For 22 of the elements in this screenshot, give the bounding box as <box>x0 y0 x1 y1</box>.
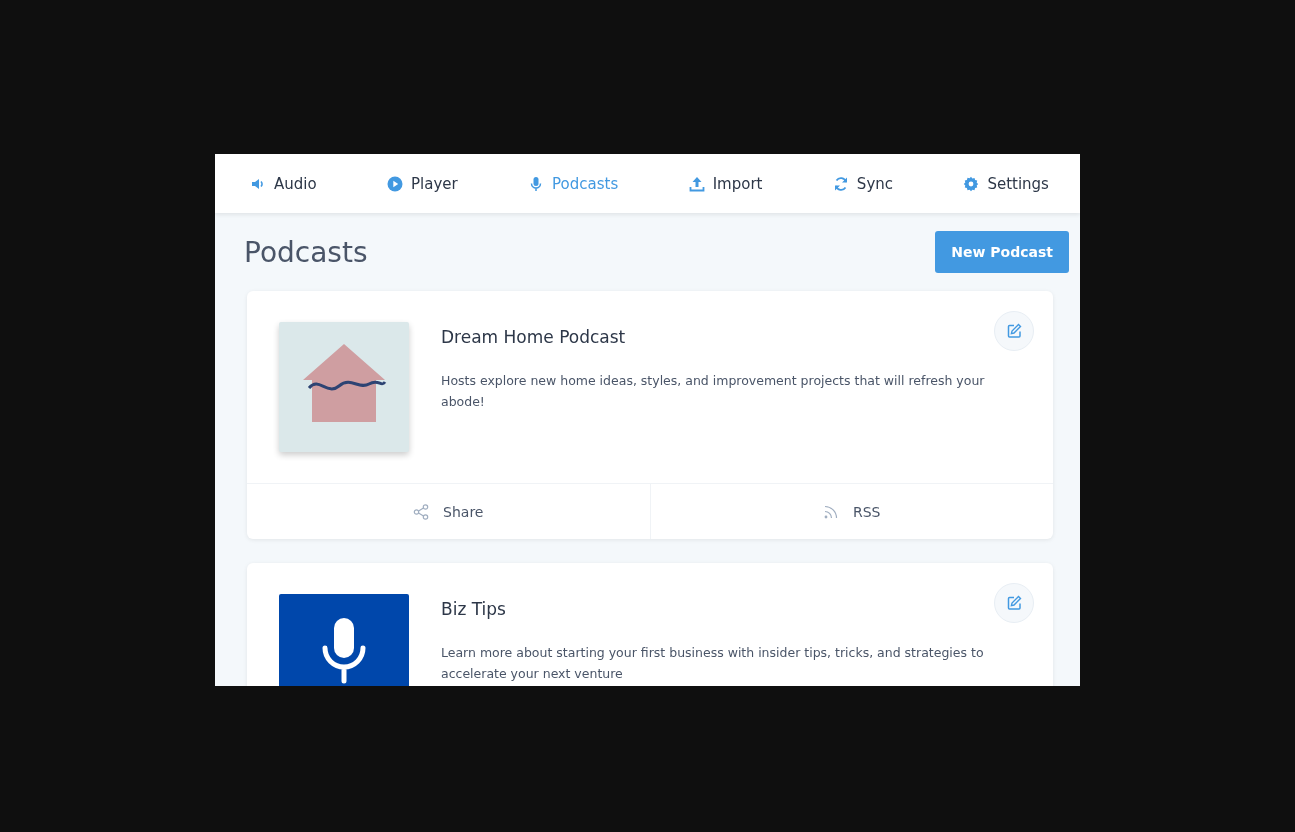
settings-icon <box>963 175 980 192</box>
nav-tab[interactable]: Audio <box>248 170 319 197</box>
share-icon <box>413 503 430 520</box>
edit-button[interactable] <box>994 583 1034 623</box>
edit-icon <box>1006 323 1022 339</box>
page-title: Podcasts <box>244 235 368 269</box>
nav-tab[interactable]: Player <box>385 170 460 197</box>
upload-icon <box>688 175 705 192</box>
rss-icon <box>823 503 839 520</box>
edit-icon <box>1006 595 1022 611</box>
podcast-title: Biz Tips <box>441 599 507 619</box>
nav-tab[interactable]: Import <box>686 170 765 197</box>
edit-button[interactable] <box>994 311 1034 351</box>
rss-button[interactable]: RSS <box>649 484 1053 539</box>
share-button[interactable]: Share <box>247 484 650 539</box>
sync-icon <box>832 175 849 192</box>
play-icon <box>387 175 404 192</box>
podcast-description: Hosts explore new home ideas, styles, and improvement projects that will refresh your abode! <box>441 372 986 411</box>
podcast-description: Learn more about starting your first business with insider tips, tricks, and strategies to accelerate your next venture <box>441 644 985 683</box>
nav-tab[interactable]: Settings <box>961 170 1051 197</box>
podcast-title: Dream Home Podcast <box>441 327 627 347</box>
nav-tab[interactable]: Sync <box>830 170 895 197</box>
